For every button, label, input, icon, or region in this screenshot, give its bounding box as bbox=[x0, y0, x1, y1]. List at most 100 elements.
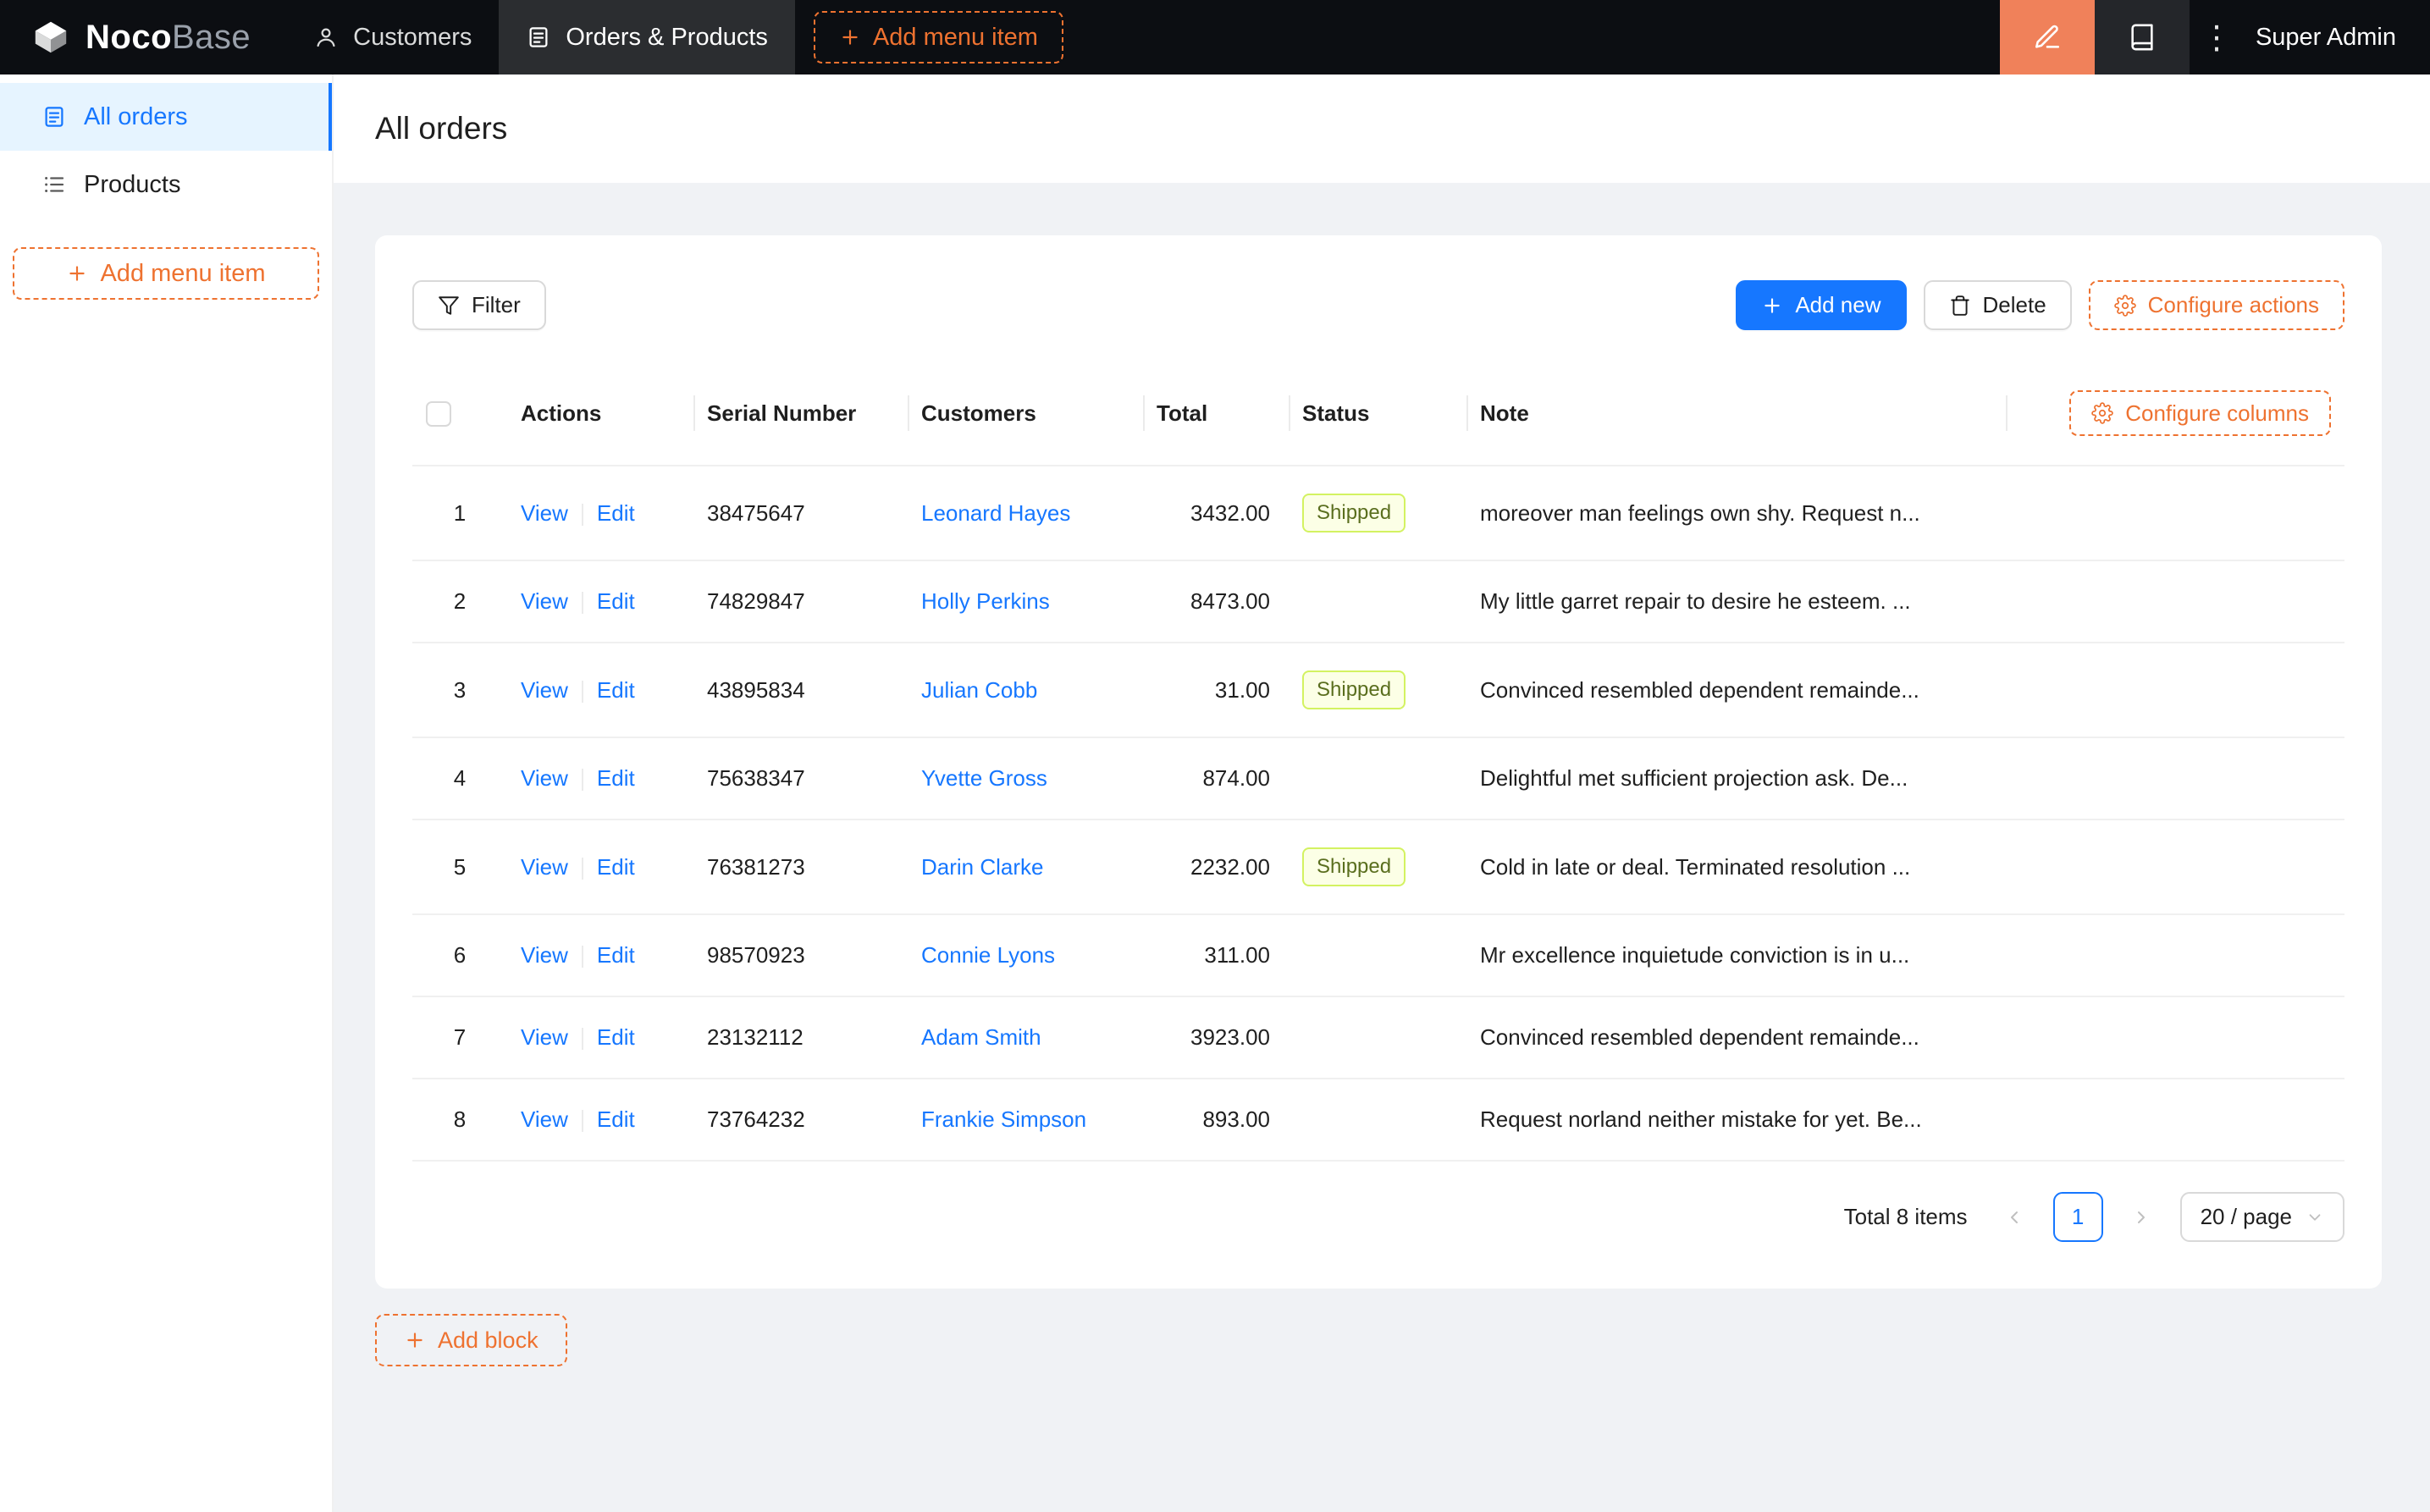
actions-cell: View Edit bbox=[507, 1079, 693, 1162]
add-block-label: Add block bbox=[438, 1327, 538, 1353]
serial-number-cell: 23132112 bbox=[693, 996, 908, 1079]
nocobase-logo-icon bbox=[35, 21, 67, 53]
column-header-total: Total bbox=[1143, 361, 1289, 466]
sidebar-item-products[interactable]: Products bbox=[0, 151, 332, 218]
empty-cell bbox=[2006, 819, 2344, 915]
page-title: All orders bbox=[375, 111, 508, 146]
total-cell: 893.00 bbox=[1143, 1079, 1289, 1162]
nav-menu: Customers Orders & Products Add menu ite… bbox=[286, 0, 1063, 74]
total-cell: 2232.00 bbox=[1143, 819, 1289, 915]
edit-link[interactable]: Edit bbox=[597, 588, 635, 614]
empty-cell bbox=[2006, 737, 2344, 820]
more-menu-button[interactable]: ⋮ bbox=[2190, 0, 2244, 74]
trash-icon bbox=[1950, 295, 1969, 316]
page-size-select[interactable]: 20 / page bbox=[2179, 1192, 2344, 1242]
chevron-down-icon bbox=[2309, 1213, 2321, 1221]
gear-icon bbox=[2091, 402, 2113, 424]
view-link[interactable]: View bbox=[521, 500, 568, 526]
view-link[interactable]: View bbox=[521, 854, 568, 880]
edit-link[interactable]: Edit bbox=[597, 1106, 635, 1132]
customer-link[interactable]: Adam Smith bbox=[921, 1024, 1041, 1050]
plus-icon bbox=[69, 266, 86, 281]
customer-link[interactable]: Frankie Simpson bbox=[921, 1106, 1086, 1132]
view-link[interactable]: View bbox=[521, 942, 568, 968]
nav-item-orders-products[interactable]: Orders & Products bbox=[499, 0, 795, 74]
row-index: 5 bbox=[412, 819, 507, 915]
select-all-checkbox[interactable] bbox=[426, 401, 451, 428]
actions-cell: View Edit bbox=[507, 996, 693, 1079]
total-cell: 3432.00 bbox=[1143, 466, 1289, 561]
pagination-prev-button[interactable] bbox=[1990, 1192, 2040, 1242]
pagination-page-1[interactable]: 1 bbox=[2052, 1192, 2103, 1242]
sidebar-add-menu-item-button[interactable]: Add menu item bbox=[13, 247, 319, 300]
customer-link[interactable]: Connie Lyons bbox=[921, 942, 1055, 968]
column-header-customers: Customers bbox=[908, 361, 1143, 466]
status-cell bbox=[1289, 560, 1466, 643]
add-block-button[interactable]: Add block bbox=[375, 1314, 567, 1366]
user-menu[interactable]: Super Admin bbox=[2244, 0, 2430, 74]
add-new-button[interactable]: Add new bbox=[1736, 280, 1907, 330]
nav-add-menu-item-button[interactable]: Add menu item bbox=[813, 11, 1063, 63]
actions-cell: View Edit bbox=[507, 560, 693, 643]
customers-icon bbox=[317, 28, 335, 47]
action-divider bbox=[581, 592, 583, 615]
action-divider bbox=[581, 1028, 583, 1051]
nav-item-label: Orders & Products bbox=[566, 23, 768, 51]
actions-cell: View Edit bbox=[507, 466, 693, 561]
toolbar-right: Add new Delete Configure actions bbox=[1736, 280, 2344, 330]
edit-link[interactable]: Edit bbox=[597, 942, 635, 968]
view-link[interactable]: View bbox=[521, 588, 568, 614]
customer-link[interactable]: Darin Clarke bbox=[921, 854, 1044, 880]
sidebar-add-menu-item-label: Add menu item bbox=[100, 259, 266, 287]
customer-link[interactable]: Holly Perkins bbox=[921, 588, 1050, 614]
empty-cell bbox=[2006, 1079, 2344, 1162]
pagination: Total 8 items 1 20 / page bbox=[412, 1192, 2344, 1242]
plus-icon bbox=[407, 1333, 422, 1348]
edit-link[interactable]: Edit bbox=[597, 765, 635, 791]
page-header: All orders bbox=[334, 74, 2430, 183]
customer-link[interactable]: Julian Cobb bbox=[921, 677, 1037, 703]
edit-link[interactable]: Edit bbox=[597, 677, 635, 703]
nav-item-customers[interactable]: Customers bbox=[286, 0, 499, 74]
configure-columns-button[interactable]: Configure columns bbox=[2069, 390, 2331, 436]
customer-link[interactable]: Leonard Hayes bbox=[921, 500, 1070, 526]
view-link[interactable]: View bbox=[521, 1024, 568, 1050]
table-body: 1 View Edit 38475647 Leonard Hayes 3432.0… bbox=[412, 466, 2344, 1162]
total-cell: 31.00 bbox=[1143, 643, 1289, 738]
pagination-next-button[interactable] bbox=[2117, 1192, 2167, 1242]
api-docs-button[interactable] bbox=[2094, 0, 2190, 74]
note-cell: Cold in late or deal. Terminated resolut… bbox=[1466, 819, 2006, 915]
view-link[interactable]: View bbox=[521, 1106, 568, 1132]
edit-link[interactable]: Edit bbox=[597, 500, 635, 526]
status-badge: Shipped bbox=[1302, 494, 1406, 533]
view-link[interactable]: View bbox=[521, 677, 568, 703]
view-link[interactable]: View bbox=[521, 765, 568, 791]
configure-actions-button[interactable]: Configure actions bbox=[2088, 280, 2344, 330]
customer-link[interactable]: Yvette Gross bbox=[921, 765, 1047, 791]
row-index: 4 bbox=[412, 737, 507, 820]
delete-button[interactable]: Delete bbox=[1923, 280, 2072, 330]
table-row: 6 View Edit 98570923 Connie Lyons 311.00 … bbox=[412, 914, 2344, 997]
sidebar-item-label: All orders bbox=[84, 102, 188, 130]
orders-table-block: Filter Add new Delete Configure actions bbox=[375, 235, 2382, 1289]
nav-item-label: Customers bbox=[353, 23, 472, 51]
nocobase-logo[interactable]: NocoBase bbox=[0, 0, 286, 74]
serial-number-cell: 75638347 bbox=[693, 737, 908, 820]
serial-number-cell: 43895834 bbox=[693, 643, 908, 738]
logo-text-light: Base bbox=[172, 18, 251, 56]
sidebar-item-all-orders[interactable]: All orders bbox=[0, 83, 332, 151]
customer-cell: Leonard Hayes bbox=[908, 466, 1143, 561]
ui-editor-button[interactable] bbox=[1999, 0, 2095, 74]
column-header-serial: Serial Number bbox=[693, 361, 908, 466]
table-row: 1 View Edit 38475647 Leonard Hayes 3432.0… bbox=[412, 466, 2344, 561]
serial-number-cell: 38475647 bbox=[693, 466, 908, 561]
edit-link[interactable]: Edit bbox=[597, 854, 635, 880]
orders-products-icon bbox=[529, 27, 548, 47]
configure-columns-label: Configure columns bbox=[2125, 400, 2309, 426]
book-icon bbox=[2131, 24, 2153, 51]
filter-button[interactable]: Filter bbox=[412, 280, 546, 330]
note-cell: Mr excellence inquietude conviction is i… bbox=[1466, 914, 2006, 997]
table-row: 7 View Edit 23132112 Adam Smith 3923.00 C… bbox=[412, 996, 2344, 1079]
logo-text-bold: Noco bbox=[86, 18, 172, 56]
edit-link[interactable]: Edit bbox=[597, 1024, 635, 1050]
